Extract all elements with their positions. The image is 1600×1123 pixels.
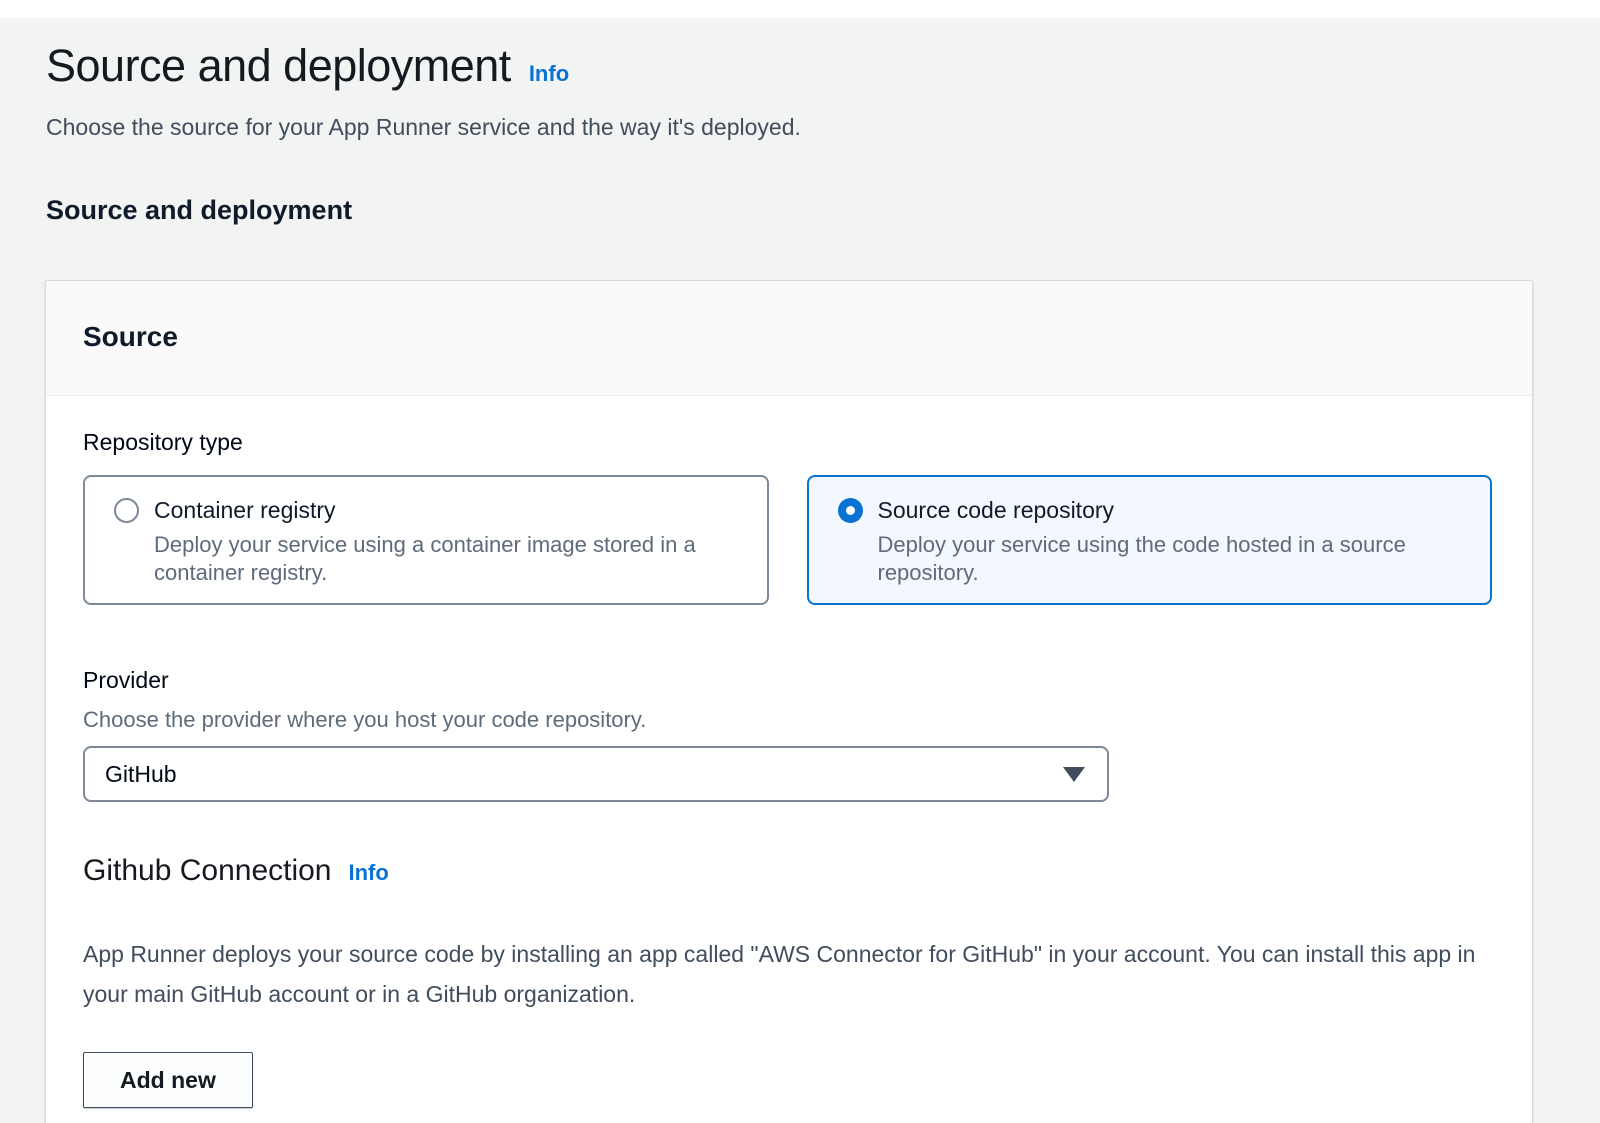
source-panel-title: Source xyxy=(83,321,178,352)
page-header: Source and deployment Info Choose the so… xyxy=(46,18,1533,143)
source-panel: Source Repository type Container registr… xyxy=(45,280,1533,1123)
page-subtitle: Choose the source for your App Runner se… xyxy=(46,113,1533,143)
add-new-button[interactable]: Add new xyxy=(83,1052,253,1108)
source-panel-header: Source xyxy=(46,281,1532,396)
github-connection-heading: Github Connection xyxy=(83,852,332,890)
source-panel-body: Repository type Container registry Deplo… xyxy=(46,429,1532,1123)
provider-select[interactable]: GitHub xyxy=(83,746,1109,802)
tile-container-registry[interactable]: Container registry Deploy your service u… xyxy=(83,475,769,605)
github-connection-description: App Runner deploys your source code by i… xyxy=(83,934,1483,1014)
top-strip xyxy=(0,0,1600,18)
page-title-info-link[interactable]: Info xyxy=(529,61,569,87)
provider-label: Provider xyxy=(83,667,1492,694)
github-connection-info-link[interactable]: Info xyxy=(349,860,389,886)
content-area: Source and deployment Info Choose the so… xyxy=(0,18,1600,1123)
radio-container-registry[interactable] xyxy=(114,498,139,523)
tile-description: Deploy your service using the code hoste… xyxy=(878,531,1467,587)
tile-title: Source code repository xyxy=(878,496,1467,525)
tile-description: Deploy your service using a container im… xyxy=(154,531,743,587)
page-title: Source and deployment xyxy=(46,40,511,91)
tile-title: Container registry xyxy=(154,496,743,525)
repository-type-tiles: Container registry Deploy your service u… xyxy=(83,475,1492,605)
radio-source-code-repository[interactable] xyxy=(838,498,863,523)
caret-down-icon xyxy=(1063,767,1085,782)
tile-source-code-repository[interactable]: Source code repository Deploy your servi… xyxy=(807,475,1493,605)
provider-description: Choose the provider where you host your … xyxy=(83,707,1492,733)
repository-type-label: Repository type xyxy=(83,429,1492,456)
provider-selected-value: GitHub xyxy=(105,761,177,788)
section-heading: Source and deployment xyxy=(46,195,1533,226)
